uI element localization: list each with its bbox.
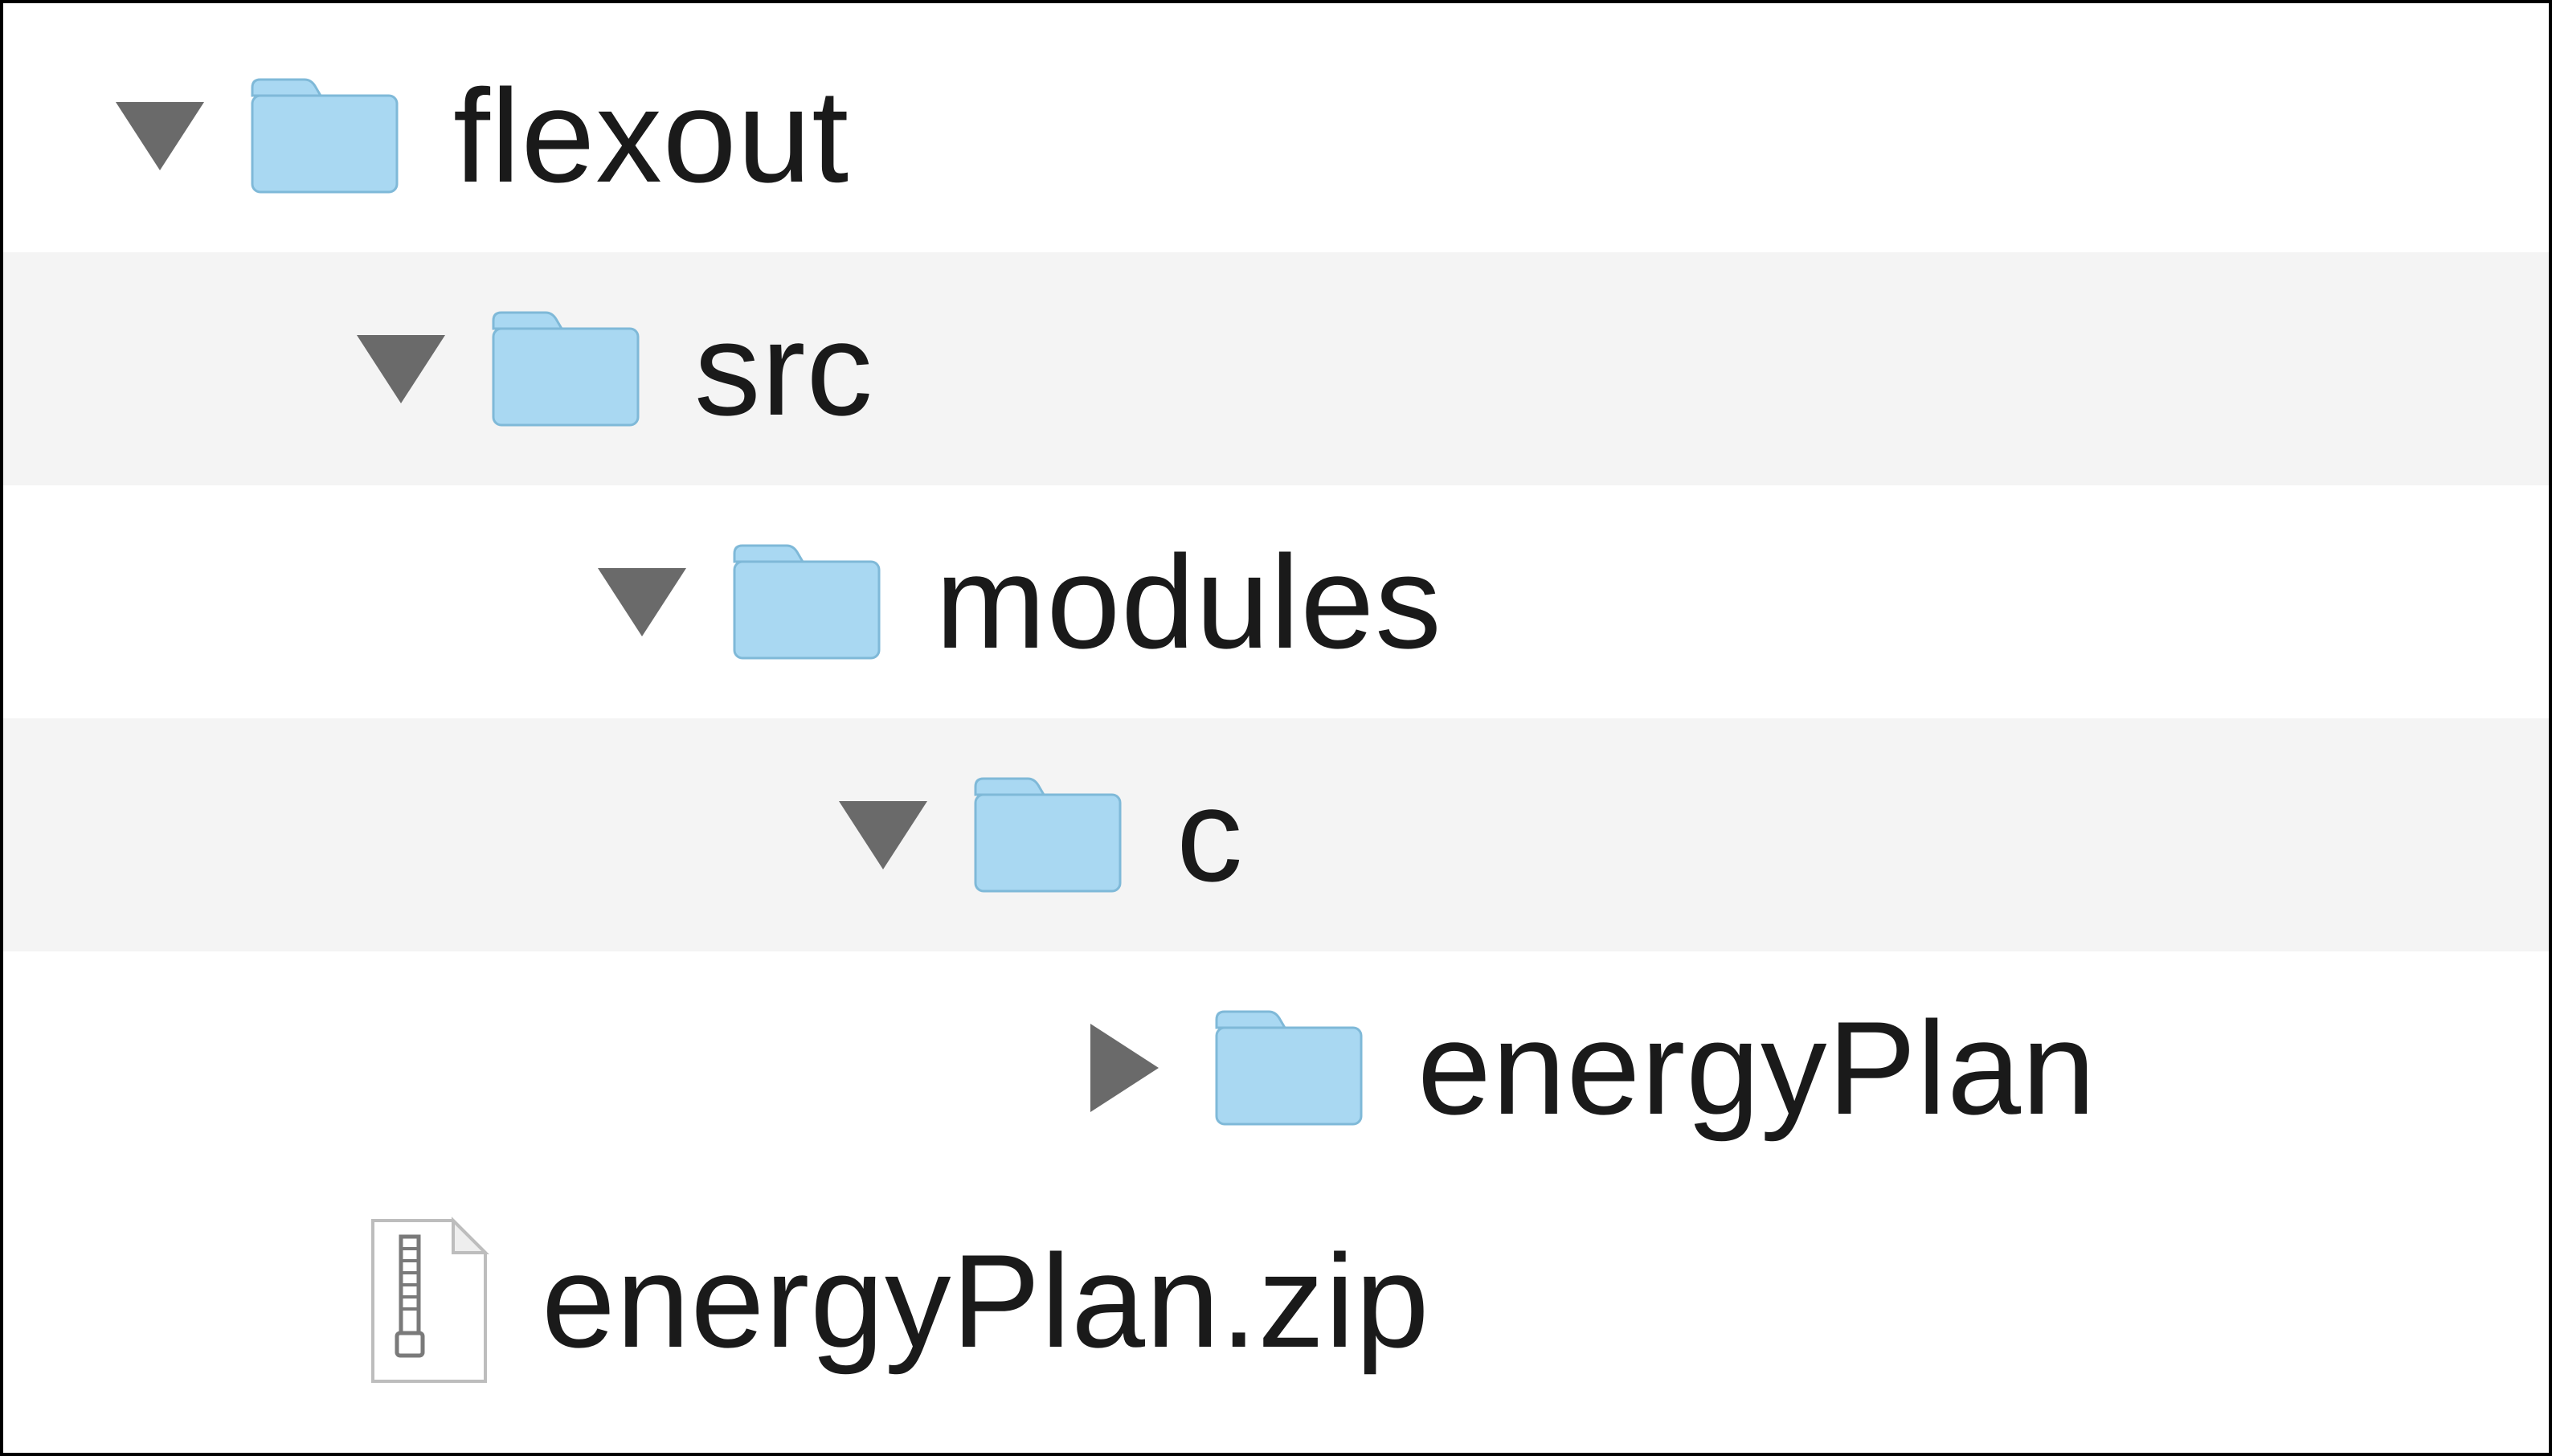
tree-item-label: flexout [453, 70, 849, 202]
disclosure-triangle-down-icon[interactable] [116, 92, 204, 180]
folder-icon [244, 72, 405, 200]
tree-item-label: energyPlan.zip [542, 1235, 1430, 1368]
zip-file-icon [357, 1217, 493, 1385]
tree-row[interactable]: energyPlan.zip [3, 1184, 2549, 1417]
disclosure-triangle-right-icon[interactable] [1080, 1024, 1168, 1112]
tree-row[interactable]: modules [3, 485, 2549, 718]
folder-icon [485, 305, 646, 433]
disclosure-triangle-down-icon[interactable] [357, 325, 445, 413]
tree-item-label: energyPlan [1417, 1002, 2096, 1135]
file-tree: flexout src modules [0, 0, 2552, 1456]
tree-item-label: modules [935, 536, 1442, 669]
tree-item-label: src [694, 303, 873, 436]
folder-icon [726, 538, 887, 666]
tree-row[interactable]: c [3, 718, 2549, 951]
folder-icon [967, 771, 1128, 899]
tree-item-label: c [1176, 769, 1244, 902]
folder-icon [1209, 1004, 1369, 1132]
tree-row[interactable]: src [3, 252, 2549, 485]
disclosure-triangle-down-icon[interactable] [598, 558, 686, 646]
tree-row[interactable]: flexout [3, 19, 2549, 252]
disclosure-triangle-down-icon[interactable] [839, 791, 927, 879]
tree-row[interactable]: energyPlan [3, 951, 2549, 1184]
